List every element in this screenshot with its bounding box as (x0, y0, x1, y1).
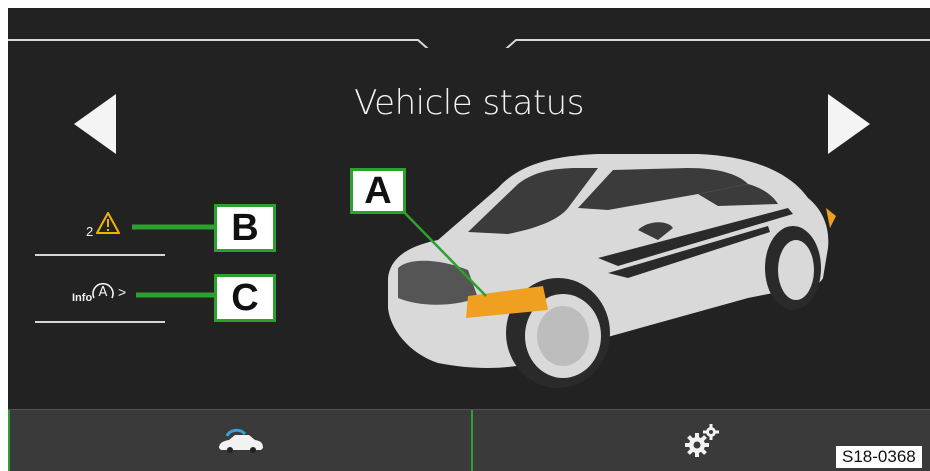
car-status-icon (218, 428, 263, 453)
tab-vehicle-status[interactable] (8, 410, 471, 471)
callout-a: A (350, 168, 406, 214)
callout-b: B (214, 204, 276, 252)
figure-code-label: S18-0368 (836, 446, 922, 468)
bottom-tab-bar (8, 409, 930, 471)
callout-lines (132, 205, 487, 298)
display-screen: Vehicle status 2 Info A > A B C (8, 8, 930, 471)
gears-icon (684, 423, 719, 457)
callout-c: C (214, 274, 276, 322)
